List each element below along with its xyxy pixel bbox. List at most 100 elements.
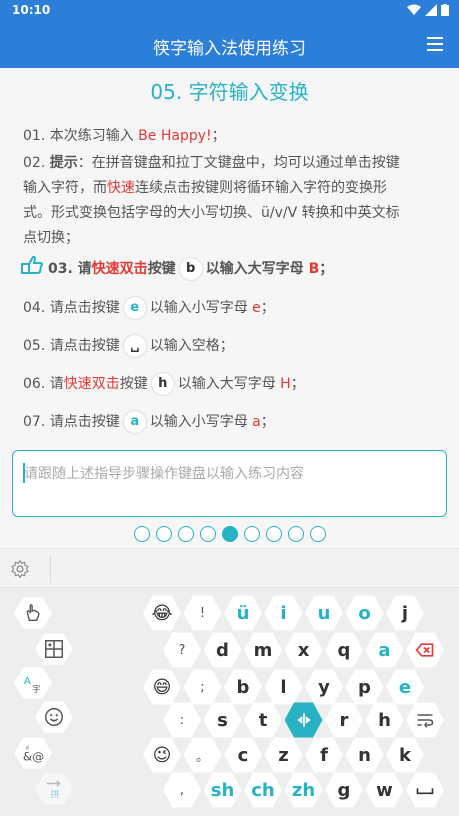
step-07: 07. 请点击按键 a 以输入小写字母 a； [23,410,275,435]
step-text: ； [260,300,275,316]
target-text: Be Happy! [138,128,212,144]
key-h[interactable]: h [365,702,404,738]
page-dot-2[interactable] [155,526,172,542]
key-:[interactable]: : [163,702,201,738]
input-placeholder: 请跟随上述指导步骤操作键盘以输入练习内容 [24,466,304,482]
step-text: 06. 请 [23,376,64,392]
svg-text:拼: 拼 [50,788,59,800]
key-d[interactable]: d [203,632,242,668]
backspace-icon[interactable] [406,632,444,668]
key-?[interactable]: ? [163,632,201,668]
key-r[interactable]: r [325,702,363,738]
key-u[interactable]: u [305,595,343,631]
translate-icon[interactable]: A字 [14,667,52,699]
lesson-title: 05. 字符输入变换 [150,80,309,104]
key-t[interactable]: t [244,702,282,738]
step-text: 输入字符，而 [23,180,107,196]
key-p[interactable]: p [345,669,384,705]
step-text: 01. 本次练习输入 [23,128,139,144]
page-dot-5[interactable] [221,526,238,542]
step-01: 01. 本次练习输入 Be Happy!； [23,124,226,149]
key-e[interactable]: e [386,669,424,705]
status-icons [407,4,449,16]
space-bar-icon[interactable] [406,772,444,808]
key-sh[interactable]: sh [203,772,242,808]
key-l[interactable]: l [264,669,303,705]
page-dot-3[interactable] [177,526,194,542]
key-😉[interactable]: 😉 [143,737,181,773]
key-s[interactable]: s [203,702,242,738]
step-04: 04. 请点击按键 e 以输入小写字母 e； [23,296,275,321]
step-number: 02. [23,155,50,171]
key-z[interactable]: z [264,737,303,773]
step-text: 03. 请 [48,261,92,277]
key-。[interactable]: 。 [183,737,222,773]
key-;[interactable]: ; [183,669,222,705]
key-ch[interactable]: ch [244,772,282,808]
practice-input[interactable]: 请跟随上述指导步骤操作键盘以输入练习内容 [12,450,447,517]
step-text: ； [319,261,334,277]
lesson-content: 05. 字符输入变换 01. 本次练习输入 Be Happy!； 02. 提示：… [0,68,459,548]
symbol-icon[interactable]: &@ ♯ [14,737,52,769]
key-k[interactable]: k [386,737,424,773]
gear-icon[interactable] [10,559,30,579]
step-text: 07. 请点击按键 [23,414,120,430]
key-hint: a [123,411,146,433]
page-dot-8[interactable] [287,526,304,542]
step-06: 06. 请快速双击按键 h 以输入大写字母 H； [23,372,305,397]
step-05: 05. 请点击按键 ␣ 以输入空格； [23,334,234,359]
svg-text:♯: ♯ [26,743,30,752]
hand-gesture-icon[interactable] [14,597,52,629]
step-03: 03. 请快速双击按键 b 以输入大写字母 B； [48,257,333,282]
hamburger-menu-icon[interactable] [427,37,443,51]
key-a[interactable]: a [365,632,404,668]
step-text: ； [211,128,226,144]
svg-text:A: A [24,676,31,687]
key-i[interactable]: i [264,595,303,631]
key-😄[interactable]: 😄 [143,669,181,705]
key-zh[interactable]: zh [284,772,323,808]
page-dot-4[interactable] [199,526,216,542]
key-y[interactable]: y [305,669,343,705]
key-b[interactable]: b [224,669,262,705]
status-bar: 10:10 [0,0,459,20]
keyboard-grid-icon[interactable] [35,633,73,665]
target-letter: B [308,261,320,277]
key-q[interactable]: q [325,632,363,668]
key-o[interactable]: o [345,595,384,631]
pinyin-switch-icon[interactable]: 拼 [35,773,73,805]
hex-keyboard: 😂! ü i u o j? d m x q a 😄; b l y p e: s t r h 😉。 c z f n k, sh ch zh g… [0,588,459,816]
key-ü[interactable]: ü [224,595,262,631]
key-w[interactable]: w [365,772,404,808]
step-text: 连续点击按键则将循环输入字符的变换形 [135,180,387,196]
step-text: ； [260,414,275,430]
page-dot-7[interactable] [265,526,282,542]
key-f[interactable]: f [305,737,343,773]
page-dot-6[interactable] [243,526,260,542]
target-letter: e [252,300,261,316]
svg-text:字: 字 [32,684,40,694]
key-g[interactable]: g [325,772,363,808]
key-,[interactable]: , [163,772,201,808]
step-text: 以输入空格； [149,338,234,354]
page-dot-1[interactable] [133,526,150,542]
highlight-text: 快速双击 [63,376,120,392]
step-text: 05. 请点击按键 [23,338,120,354]
step-text: 按键 [119,376,148,392]
key-x[interactable]: x [284,632,323,668]
page-dot-9[interactable] [309,526,326,542]
key-c[interactable]: c [224,737,262,773]
key-hint: h [151,373,174,395]
key-![interactable]: ! [183,595,222,631]
step-text: 04. 请点击按键 [23,300,120,316]
text-wrap-icon[interactable] [406,702,444,738]
cursor-move-icon[interactable] [284,702,323,738]
highlight-text: 快速双击 [91,261,148,277]
emoji-icon[interactable] [35,701,73,733]
key-n[interactable]: n [345,737,384,773]
battery-icon [441,4,449,16]
key-😂[interactable]: 😂 [143,595,181,631]
key-m[interactable]: m [244,632,282,668]
key-j[interactable]: j [386,595,424,631]
toolbar-divider [50,555,51,583]
